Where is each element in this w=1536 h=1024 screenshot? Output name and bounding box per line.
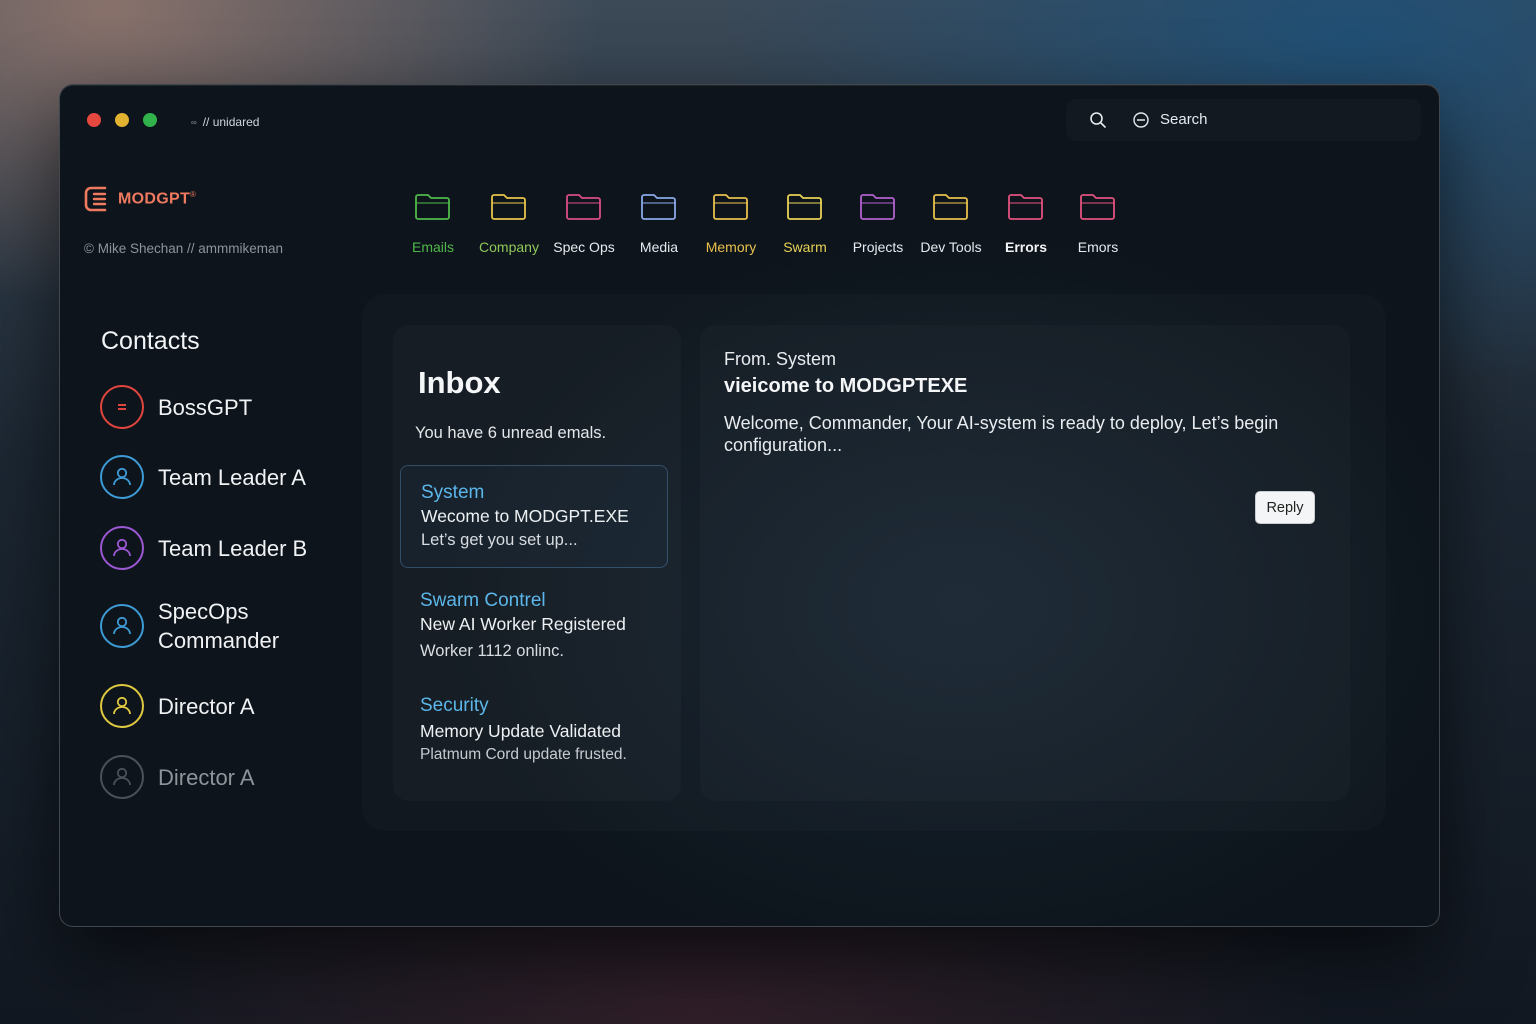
contact-avatar — [100, 684, 144, 728]
folder-icon — [566, 194, 601, 220]
contact-item[interactable]: Director A — [100, 755, 255, 799]
contact-item[interactable]: BossGPT — [100, 385, 252, 429]
contacts-heading: Contacts — [101, 327, 200, 355]
trademark: ® — [190, 189, 197, 199]
folder-icon — [787, 194, 822, 220]
folder-projects[interactable]: Projects — [841, 189, 915, 255]
inbox-message-security[interactable]: Security Memory Update Validated Platmum… — [400, 695, 668, 775]
folder-label: Projects — [852, 239, 904, 255]
minimize-window-button[interactable] — [115, 113, 129, 127]
folder-icon — [491, 194, 526, 220]
contact-avatar — [100, 526, 144, 570]
user-icon — [113, 696, 131, 715]
search-icon[interactable] — [1089, 111, 1107, 129]
folder-label: Company — [479, 239, 539, 255]
folder-icon — [1008, 194, 1043, 220]
folder-label: Memory — [705, 239, 757, 255]
message-subject: Wecome to MODGPT.EXE — [421, 506, 629, 526]
contact-item[interactable]: Team Leader A — [100, 455, 306, 499]
message-subject: Memory Update Validated — [420, 721, 622, 741]
user-icon — [113, 616, 131, 635]
link-icon: ∞ — [191, 117, 197, 127]
user-icon — [113, 538, 131, 557]
window-title-text: // unidared — [202, 115, 260, 129]
search-input[interactable]: Search — [1160, 111, 1208, 128]
contact-name: Director A — [158, 764, 255, 790]
inbox-unread-count: You have 6 unread emals. — [415, 424, 607, 442]
contact-item[interactable]: Team Leader B — [100, 526, 307, 570]
folder-label: Media — [639, 239, 679, 255]
folder-icon — [1080, 194, 1115, 220]
folder-emors[interactable]: Emors — [1061, 189, 1135, 255]
credit-line: © Mike Shechan // ammmikeman — [84, 241, 284, 256]
reader-body: Welcome, Commander, Your AI-system is re… — [724, 413, 1279, 455]
message-sender: System — [421, 482, 485, 503]
modgpt-logo-icon — [84, 186, 107, 212]
folder-icon — [713, 194, 748, 220]
folder-icon — [641, 194, 676, 220]
folder-company[interactable]: Company — [472, 189, 546, 255]
folder-label: Swarm — [783, 239, 827, 255]
message-sender: Security — [420, 695, 489, 716]
folder-spec-ops[interactable]: Spec Ops — [547, 189, 621, 255]
message-preview: Platmum Cord update frusted. — [420, 746, 627, 763]
inbox-message-system[interactable]: System Wecome to MODGPT.EXE Let’s get yo… — [400, 465, 668, 568]
maximize-window-button[interactable] — [143, 113, 157, 127]
reply-button[interactable]: Reply — [1255, 491, 1315, 524]
search-mode-icon — [1133, 112, 1149, 128]
folder-label: Emails — [411, 239, 454, 255]
contact-avatar — [100, 455, 144, 499]
folder-icon — [933, 194, 968, 220]
contact-item[interactable]: SpecOps Commander — [100, 597, 308, 655]
folder-icon — [415, 194, 450, 220]
inbox-title: Inbox — [418, 365, 501, 400]
folder-dev-tools[interactable]: Dev Tools — [914, 189, 988, 255]
inbox-message-swarm[interactable]: Swarm Contrel New AI Worker Registered W… — [400, 590, 668, 670]
contact-item[interactable]: Director A — [100, 684, 255, 728]
folder-memory[interactable]: Memory — [694, 189, 768, 255]
window-title: ∞ // unidared — [191, 115, 259, 129]
message-preview: Let’s get you set up... — [421, 531, 578, 549]
contact-avatar — [100, 604, 144, 648]
app-window: ∞ // unidared Search MODGPT® © Mike Shec… — [59, 84, 1440, 927]
folder-label: Spec Ops — [553, 239, 615, 255]
folder-label: Dev Tools — [920, 239, 982, 255]
contact-name: SpecOps Commander — [158, 599, 280, 653]
contact-name: Team Leader A — [158, 464, 306, 490]
contact-name: Team Leader B — [158, 535, 308, 561]
equals-icon — [118, 404, 126, 410]
reader-subject: vieicome to MODGPTEXE — [724, 375, 968, 397]
folder-errors[interactable]: Errors — [989, 189, 1063, 255]
folder-emails[interactable]: Emails — [396, 189, 470, 255]
brand-name-text: MODGPT — [118, 190, 191, 208]
message-preview: Worker 1112 onlinc. — [420, 642, 564, 660]
contact-name: BossGPT — [158, 394, 253, 420]
folder-swarm[interactable]: Swarm — [768, 189, 842, 255]
contact-name: Director A — [158, 693, 255, 719]
folder-label: Emors — [1077, 239, 1119, 255]
close-window-button[interactable] — [87, 113, 101, 127]
folder-label: Errors — [1004, 239, 1048, 255]
user-icon — [113, 467, 131, 486]
folder-icon — [860, 194, 895, 220]
window-controls — [87, 113, 157, 127]
message-sender: Swarm Contrel — [420, 590, 546, 611]
brand: MODGPT® — [82, 182, 196, 216]
user-icon — [113, 767, 131, 786]
message-subject: New AI Worker Registered — [420, 614, 626, 634]
contact-avatar — [100, 755, 144, 799]
folder-media[interactable]: Media — [622, 189, 696, 255]
contact-avatar — [100, 385, 144, 429]
brand-name: MODGPT® — [118, 190, 196, 208]
search-bar[interactable]: Search — [1066, 99, 1421, 141]
reader-from: From. System — [724, 349, 837, 369]
